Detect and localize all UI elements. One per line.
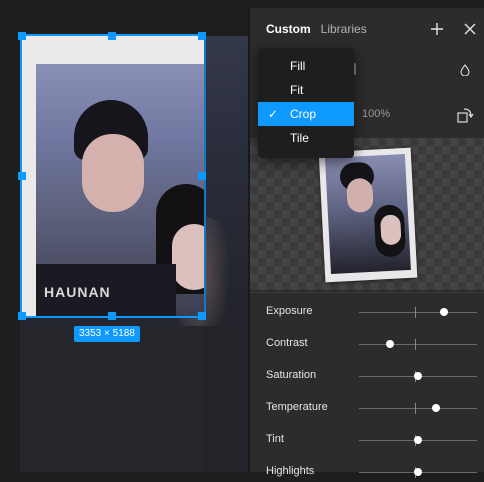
canvas[interactable]: HAUNAN 3353 × 5188	[0, 0, 250, 472]
crop-frame[interactable]: HAUNAN	[20, 34, 206, 318]
adjustment-label: Exposure	[266, 305, 313, 317]
adjustment-slider-knob[interactable]	[414, 372, 422, 380]
dropdown-item-fill[interactable]: Fill	[258, 54, 354, 78]
preview-thumbnail	[318, 147, 418, 283]
dropdown-item-label: Crop	[290, 107, 317, 121]
crop-handle-bottom[interactable]	[108, 312, 116, 320]
slider-center-tick	[415, 339, 416, 350]
drop-icon[interactable]	[460, 64, 470, 79]
crop-handle-bottom-left[interactable]	[18, 312, 26, 320]
dropdown-item-fit[interactable]: Fit	[258, 78, 354, 102]
crop-handle-left[interactable]	[18, 172, 26, 180]
preview-person-face	[380, 214, 402, 246]
crop-handle-right[interactable]	[198, 172, 206, 180]
adjustment-row-contrast: Contrast	[266, 334, 477, 354]
dropdown-item-label: Fit	[290, 83, 304, 97]
preview-person-face	[346, 177, 374, 214]
adjustment-slider-track[interactable]	[359, 344, 477, 345]
adjustment-slider-track[interactable]	[359, 408, 477, 409]
adjustment-label: Saturation	[266, 369, 317, 381]
crop-handle-top[interactable]	[108, 32, 116, 40]
checkmark-icon: ✓	[268, 107, 279, 121]
panel-tabs: Custom Libraries	[266, 22, 367, 36]
adjustment-slider-knob[interactable]	[385, 340, 394, 348]
dropdown-item-crop[interactable]: ✓ Crop	[258, 102, 354, 126]
photo-content: HAUNAN	[36, 64, 204, 316]
adjustment-slider-knob[interactable]	[439, 308, 448, 316]
crop-handle-top-left[interactable]	[18, 32, 26, 40]
adjustment-row-exposure: Exposure	[266, 302, 477, 322]
plus-icon[interactable]	[430, 21, 444, 39]
adjustment-row-temperature: Temperature	[266, 398, 477, 418]
crop-dim-overlay	[204, 36, 250, 472]
adjustment-slider-track[interactable]	[359, 312, 477, 313]
slider-center-tick	[415, 403, 416, 414]
dimensions-badge: 3353 × 5188	[74, 326, 140, 342]
adjustment-label: Highlights	[266, 465, 315, 477]
photo-shirt-text: HAUNAN	[44, 284, 111, 300]
fill-mode-dropdown: Fill Fit ✓ Crop Tile	[258, 48, 354, 158]
adjustment-row-highlights: Highlights	[266, 462, 477, 482]
crop-handle-top-right[interactable]	[198, 32, 206, 40]
close-icon[interactable]	[463, 21, 477, 39]
tab-custom[interactable]: Custom	[266, 22, 311, 36]
adjustment-slider-knob[interactable]	[414, 436, 422, 444]
adjustment-label: Temperature	[266, 401, 328, 413]
adjustment-label: Tint	[266, 433, 284, 445]
slider-center-tick	[415, 307, 416, 318]
preview-photo	[324, 153, 411, 275]
adjustment-row-saturation: Saturation	[266, 366, 477, 386]
photo-person-face	[82, 134, 144, 212]
image-preview[interactable]	[250, 138, 484, 290]
adjustment-slider-knob[interactable]	[414, 468, 422, 476]
dropdown-item-label: Fill	[290, 59, 306, 73]
rotate-icon[interactable]	[456, 106, 474, 127]
opacity-value[interactable]: 100%	[362, 108, 390, 120]
photo-person-face	[172, 224, 204, 290]
divider	[250, 292, 484, 293]
adjustment-label: Contrast	[266, 337, 308, 349]
adjustment-slider-knob[interactable]	[431, 404, 440, 412]
crop-handle-bottom-right[interactable]	[198, 312, 206, 320]
tab-libraries[interactable]: Libraries	[321, 22, 367, 36]
dropdown-item-label: Tile	[290, 131, 309, 145]
dropdown-item-tile[interactable]: Tile	[258, 126, 354, 150]
adjustment-row-tint: Tint	[266, 430, 477, 450]
